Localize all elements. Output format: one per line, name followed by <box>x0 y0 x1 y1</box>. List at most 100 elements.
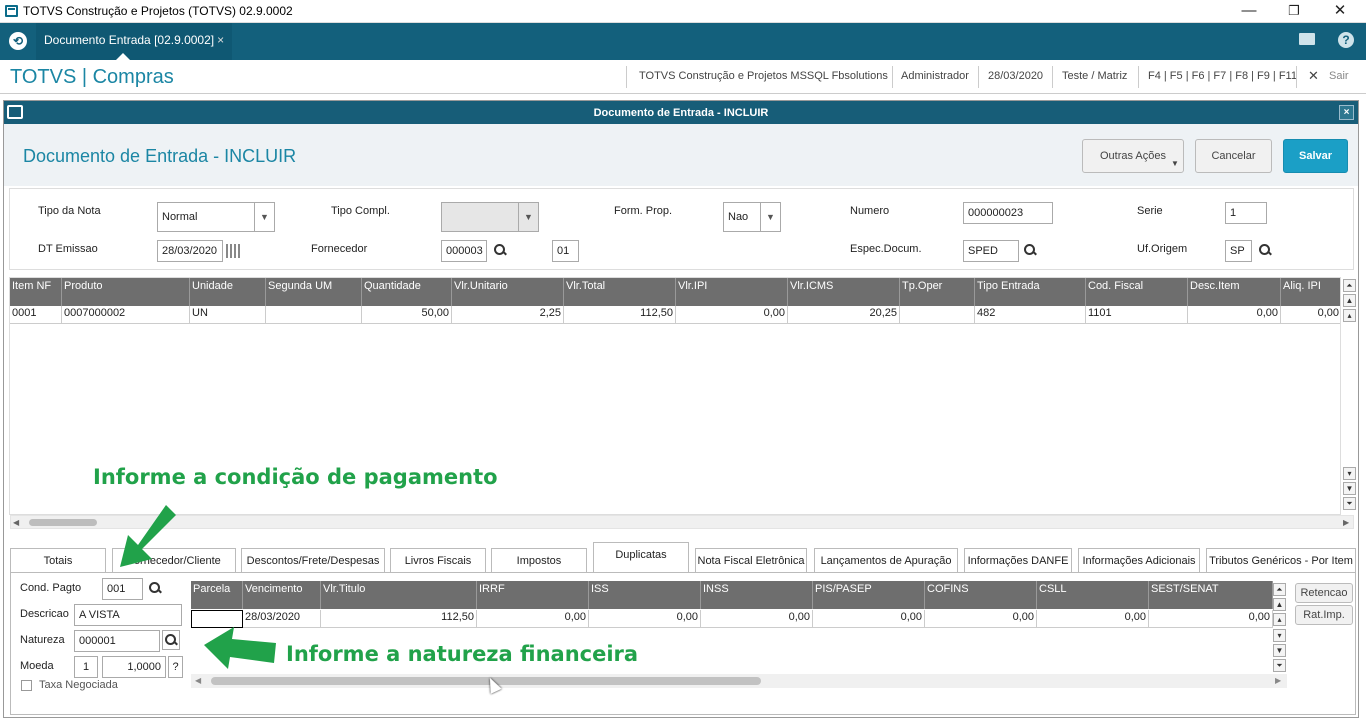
dialog-close-button[interactable]: × <box>1339 105 1354 120</box>
uf-origem-field[interactable]: SP <box>1225 240 1252 262</box>
tab-lancamentos[interactable]: Lançamentos de Apuração <box>814 548 958 574</box>
table-cell[interactable]: 112,50 <box>564 306 676 324</box>
table-cell[interactable]: 0,00 <box>589 610 701 628</box>
cond-pagto-field[interactable]: 001 <box>102 578 143 600</box>
tipo-nota-select[interactable]: Normal ▼ <box>157 202 275 232</box>
tipo-compl-select[interactable]: ▼ <box>441 202 539 232</box>
moeda-help-button[interactable]: ? <box>168 656 183 678</box>
table-cell[interactable]: 482 <box>975 306 1086 324</box>
table-cell[interactable]: 0001 <box>10 306 62 324</box>
table-cell[interactable]: 0,00 <box>925 610 1037 628</box>
help-icon[interactable]: ? <box>1338 32 1354 48</box>
column-header[interactable]: Aliq. IPI <box>1281 278 1340 306</box>
search-icon[interactable] <box>148 581 162 595</box>
column-header[interactable]: IRRF <box>477 581 589 609</box>
scroll-top-icon[interactable]: ⏶ <box>1273 583 1286 596</box>
tab-descontos[interactable]: Descontos/Frete/Despesas <box>241 548 385 574</box>
exit-icon[interactable]: ✕ <box>1308 68 1319 84</box>
scroll-up-icon[interactable]: ▴ <box>1273 613 1286 626</box>
close-window-button[interactable]: ✕ <box>1329 2 1351 20</box>
table-cell[interactable]: 50,00 <box>362 306 452 324</box>
serie-field[interactable]: 1 <box>1225 202 1267 224</box>
tab-info-adicionais[interactable]: Informações Adicionais <box>1078 548 1200 574</box>
tab-livros-fiscais[interactable]: Livros Fiscais <box>390 548 486 574</box>
search-icon[interactable] <box>493 243 507 257</box>
moeda-field[interactable]: 1 <box>74 656 98 678</box>
tab-totais[interactable]: Totais <box>10 548 106 574</box>
calendar-icon[interactable] <box>226 244 242 258</box>
table-cell[interactable]: 0,00 <box>701 610 813 628</box>
save-button[interactable]: Salvar <box>1283 139 1348 173</box>
scroll-bottom-icon[interactable]: ⏷ <box>1343 497 1356 510</box>
dup-horizontal-scrollbar[interactable]: ◀ ▶ <box>191 674 1287 688</box>
moeda-rate-field[interactable]: 1,0000 <box>102 656 166 678</box>
column-header[interactable]: Quantidade <box>362 278 452 306</box>
dt-emissao-field[interactable]: 28/03/2020 <box>157 240 223 262</box>
column-header[interactable]: CSLL <box>1037 581 1149 609</box>
cancel-button[interactable]: Cancelar <box>1195 139 1272 173</box>
column-header[interactable]: COFINS <box>925 581 1037 609</box>
other-actions-button[interactable]: Outras Ações ▼ <box>1082 139 1184 173</box>
table-cell[interactable]: 20,25 <box>788 306 900 324</box>
tab-tributos-genericos[interactable]: Tributos Genéricos - Por Item <box>1206 548 1356 574</box>
column-header[interactable]: ISS <box>589 581 701 609</box>
table-row[interactable]: 28/03/2020 112,50 0,00 0,00 0,00 0,00 0,… <box>191 610 1273 628</box>
tab-close-icon[interactable]: × <box>217 33 224 47</box>
fornecedor-loja-field[interactable]: 01 <box>552 240 579 262</box>
column-header[interactable]: Segunda UM <box>266 278 362 306</box>
column-header[interactable]: Desc.Item <box>1188 278 1281 306</box>
column-header[interactable]: Vencimento <box>243 581 321 609</box>
rat-imp-button[interactable]: Rat.Imp. <box>1295 605 1353 625</box>
descricao-field[interactable]: A VISTA <box>74 604 182 626</box>
items-horizontal-scrollbar[interactable]: ◀ ▶ <box>10 515 1354 529</box>
table-cell[interactable]: 1101 <box>1086 306 1188 324</box>
scroll-up-icon[interactable]: ▴ <box>1343 309 1356 322</box>
maximize-button[interactable]: ❐ <box>1283 2 1305 20</box>
search-icon[interactable] <box>1258 243 1272 257</box>
scroll-top-icon[interactable]: ⏶ <box>1343 279 1356 292</box>
mail-icon[interactable] <box>1299 33 1315 45</box>
scroll-pagedown-icon[interactable]: ▼ <box>1343 482 1356 495</box>
table-cell[interactable]: 0,00 <box>1037 610 1149 628</box>
exit-button[interactable]: Sair <box>1329 70 1349 82</box>
natureza-field[interactable]: 000001 <box>74 630 160 652</box>
minimize-button[interactable]: — <box>1238 2 1260 20</box>
table-cell[interactable]: 0,00 <box>813 610 925 628</box>
tab-nfe[interactable]: Nota Fiscal Eletrônica <box>695 548 807 574</box>
taxa-negociada-checkbox[interactable] <box>21 680 32 691</box>
column-header[interactable]: Cod. Fiscal <box>1086 278 1188 306</box>
scroll-pageup-icon[interactable]: ▲ <box>1343 294 1356 307</box>
column-header[interactable]: Tipo Entrada <box>975 278 1086 306</box>
natureza-search-button[interactable] <box>162 630 180 650</box>
totvs-logo-icon[interactable]: ⟲ <box>9 32 27 50</box>
scroll-down-icon[interactable]: ▾ <box>1343 467 1356 480</box>
scroll-right-icon[interactable]: ▶ <box>1275 676 1281 685</box>
numero-field[interactable]: 000000023 <box>963 202 1053 224</box>
column-header[interactable]: Produto <box>62 278 190 306</box>
form-prop-select[interactable]: Nao ▼ <box>723 202 781 232</box>
column-header[interactable]: Tp.Oper <box>900 278 975 306</box>
column-header[interactable]: INSS <box>701 581 813 609</box>
column-header[interactable]: Item NF <box>10 278 62 306</box>
table-cell[interactable] <box>900 306 975 324</box>
table-cell[interactable]: 0,00 <box>676 306 788 324</box>
table-cell[interactable]: 0007000002 <box>62 306 190 324</box>
table-cell[interactable]: 0,00 <box>1149 610 1273 628</box>
search-icon[interactable] <box>1023 243 1037 257</box>
column-header[interactable]: Unidade <box>190 278 266 306</box>
scroll-pagedown-icon[interactable]: ▼ <box>1273 644 1286 657</box>
table-cell[interactable]: UN <box>190 306 266 324</box>
tab-documento-entrada[interactable]: Documento Entrada [02.9.0002] × <box>36 23 233 60</box>
table-cell[interactable]: 2,25 <box>452 306 564 324</box>
column-header[interactable]: Vlr.Titulo <box>321 581 477 609</box>
fornecedor-field[interactable]: 000003 <box>441 240 487 262</box>
column-header[interactable]: Vlr.Total <box>564 278 676 306</box>
scroll-left-icon[interactable]: ◀ <box>195 676 201 685</box>
table-cell[interactable]: 0,00 <box>1188 306 1281 324</box>
column-header[interactable]: Vlr.IPI <box>676 278 788 306</box>
tab-impostos[interactable]: Impostos <box>491 548 587 574</box>
column-header[interactable]: Parcela <box>191 581 243 609</box>
table-cell[interactable]: 112,50 <box>321 610 477 628</box>
tab-duplicatas[interactable]: Duplicatas <box>593 542 689 572</box>
scroll-right-icon[interactable]: ▶ <box>1343 518 1349 527</box>
